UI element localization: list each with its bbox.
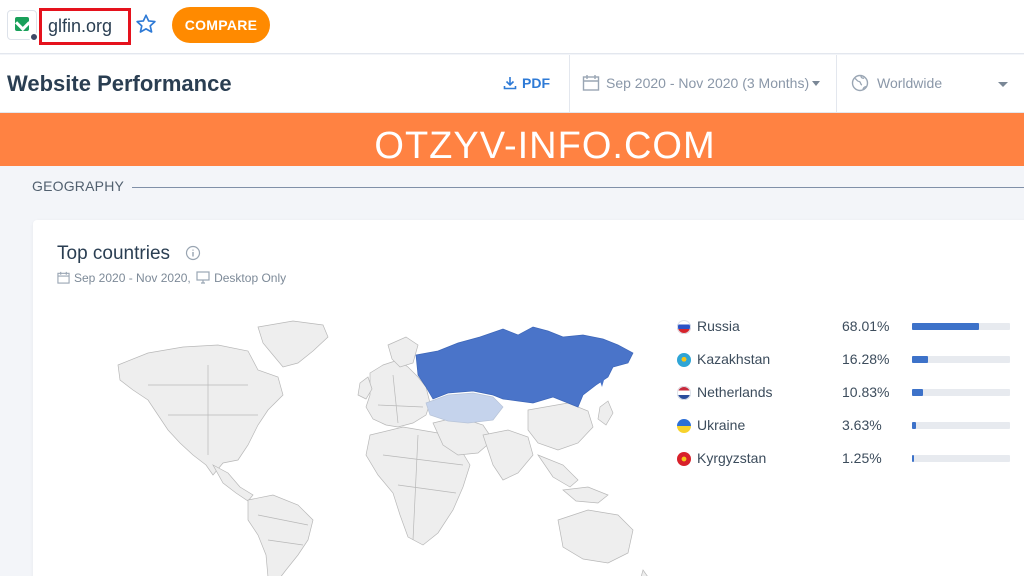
share-bar xyxy=(912,422,916,429)
share-bar xyxy=(912,389,923,396)
country-share: 68.01% xyxy=(842,318,890,334)
status-dot-icon xyxy=(29,32,39,42)
date-range-selector[interactable]: Sep 2020 - Nov 2020 (3 Months) xyxy=(582,74,821,92)
country-share: 3.63% xyxy=(842,417,882,433)
card-subtitle: Sep 2020 - Nov 2020, Desktop Only xyxy=(57,271,286,285)
desktop-icon xyxy=(196,271,210,284)
top-bar: glfin.org COMPARE xyxy=(0,0,1024,54)
share-bar-track xyxy=(912,356,1010,363)
map-australia xyxy=(557,509,634,564)
section-label: GEOGRAPHY xyxy=(32,178,125,194)
country-share: 10.83% xyxy=(842,384,890,400)
map-south-america xyxy=(247,494,314,576)
share-bar-track xyxy=(912,323,1010,330)
country-name: Kazakhstan xyxy=(697,351,771,367)
list-item[interactable]: Russia 68.01% xyxy=(673,316,1013,338)
country-name: Kyrgyzstan xyxy=(697,450,767,466)
section-divider xyxy=(132,187,1024,188)
card-date-label: Sep 2020 - Nov 2020, xyxy=(74,271,191,285)
share-bar xyxy=(912,455,914,462)
pdf-label: PDF xyxy=(522,75,550,91)
list-item[interactable]: Netherlands 10.83% xyxy=(673,382,1013,404)
map-east-asia xyxy=(527,402,594,451)
map-central-america xyxy=(212,464,254,502)
list-item[interactable]: Ukraine 3.63% xyxy=(673,415,1013,437)
share-bar-track xyxy=(912,389,1010,396)
pdf-download-button[interactable]: PDF xyxy=(503,75,550,91)
download-icon xyxy=(503,77,517,90)
list-item[interactable]: Kyrgyzstan 1.25% xyxy=(673,448,1013,470)
share-bar-track xyxy=(912,422,1010,429)
card-title: Top countries xyxy=(57,243,171,264)
region-label: Worldwide xyxy=(877,75,943,91)
device-label: Desktop Only xyxy=(214,271,287,285)
share-bar-track xyxy=(912,455,1010,462)
share-bar xyxy=(912,356,928,363)
compare-button[interactable]: COMPARE xyxy=(172,7,270,43)
world-map xyxy=(117,320,648,576)
star-icon[interactable] xyxy=(135,13,157,40)
netherlands-flag-icon xyxy=(677,386,691,400)
kazakhstan-flag-icon xyxy=(677,353,691,367)
domain-label[interactable]: glfin.org xyxy=(39,8,131,45)
country-share: 16.28% xyxy=(842,351,890,367)
kyrgyzstan-flag-icon xyxy=(677,452,691,466)
russia-flag-icon xyxy=(677,320,691,334)
chevron-down-icon xyxy=(812,81,821,86)
country-name: Ukraine xyxy=(697,417,746,433)
map-north-america xyxy=(117,344,284,476)
region-chevron-down-icon[interactable] xyxy=(998,82,1008,87)
list-item[interactable]: Kazakhstan 16.28% xyxy=(673,349,1013,371)
info-icon[interactable] xyxy=(185,245,201,266)
country-name: Netherlands xyxy=(697,384,773,400)
calendar-icon xyxy=(582,75,600,91)
share-bar xyxy=(912,323,979,330)
country-share: 1.25% xyxy=(842,450,882,466)
page-title: Website Performance xyxy=(7,71,232,96)
country-name: Russia xyxy=(697,318,740,334)
watermark-banner: OTZYV-INFO.COM xyxy=(0,113,1024,167)
calendar-small-icon xyxy=(57,271,70,284)
region-selector[interactable]: Worldwide xyxy=(851,74,942,92)
globe-icon xyxy=(851,74,869,92)
map-south-asia xyxy=(482,429,534,481)
map-greenland xyxy=(257,320,329,368)
ukraine-flag-icon xyxy=(677,419,691,433)
page-header: Website Performance PDF Sep 2020 - Nov 2… xyxy=(0,55,1024,113)
top-countries-card: Top countries Sep 2020 - Nov 2020, Deskt… xyxy=(33,220,1024,576)
date-range-label: Sep 2020 - Nov 2020 (3 Months) xyxy=(606,75,810,91)
watermark-text: OTZYV-INFO.COM xyxy=(374,125,716,167)
site-favicon-icon xyxy=(7,10,39,42)
